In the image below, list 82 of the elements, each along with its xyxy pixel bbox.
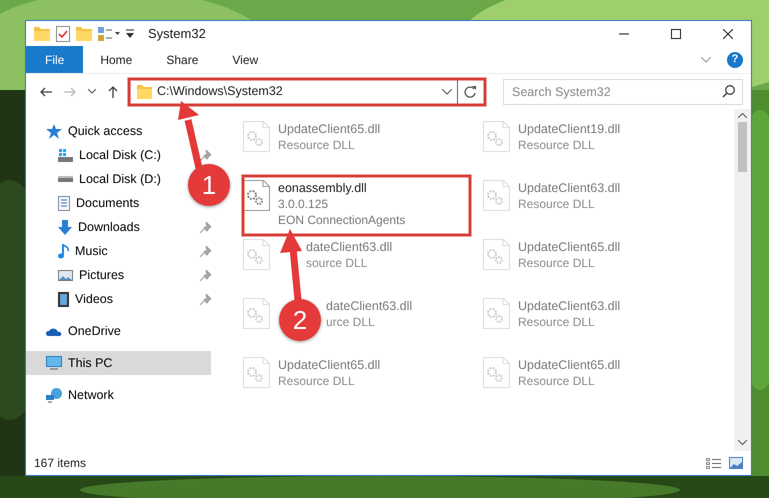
help-button[interactable]: ? bbox=[727, 52, 743, 68]
refresh-icon[interactable] bbox=[463, 85, 476, 98]
file-detail: Resource DLL bbox=[278, 373, 355, 389]
dll-file-icon bbox=[483, 121, 510, 152]
download-arrow-icon bbox=[58, 220, 72, 234]
sidebar-item[interactable]: Local Disk (C:) bbox=[26, 143, 165, 167]
monitor-icon bbox=[46, 356, 62, 370]
sidebar-item[interactable]: Pictures bbox=[26, 263, 128, 287]
minimize-icon bbox=[619, 32, 629, 34]
back-arrow-icon[interactable] bbox=[40, 86, 52, 96]
callout-arrow bbox=[280, 229, 302, 300]
picture-icon bbox=[58, 270, 73, 280]
file-detail: Resource DLL bbox=[278, 137, 355, 153]
file-name[interactable]: UpdateClient65.dll bbox=[518, 239, 620, 255]
sidebar-item[interactable]: Network bbox=[26, 383, 118, 407]
file-name[interactable]: UpdateClient63.dll bbox=[518, 180, 620, 196]
file-name[interactable]: UpdateClient65.dll bbox=[278, 357, 380, 373]
search-field[interactable]: Search System32 bbox=[503, 78, 743, 104]
file-name[interactable]: UpdateClient65.dll bbox=[278, 121, 380, 137]
chevron-down-icon[interactable] bbox=[88, 89, 96, 94]
file-name[interactable]: UpdateClient19.dll bbox=[518, 121, 620, 137]
file-detail: Resource DLL bbox=[518, 255, 595, 271]
film-icon bbox=[58, 292, 69, 306]
sidebar-item[interactable]: This PC bbox=[26, 351, 211, 375]
checklist-icon[interactable] bbox=[56, 26, 70, 42]
sidebar-item[interactable]: Quick access bbox=[26, 119, 146, 143]
scroll-down-icon bbox=[738, 440, 747, 445]
file-detail: Resource DLL bbox=[518, 314, 595, 330]
file-detail: Resource DLL bbox=[518, 137, 595, 153]
folder-icon bbox=[137, 84, 152, 98]
window-title: System32 bbox=[148, 24, 207, 43]
file-name[interactable]: eonassembly.dll bbox=[278, 180, 367, 196]
dll-file-icon bbox=[243, 298, 270, 329]
star-icon bbox=[46, 124, 62, 138]
dll-file-icon bbox=[483, 239, 510, 270]
sidebar-item[interactable]: Downloads bbox=[26, 215, 144, 239]
sidebar-item[interactable]: Videos bbox=[26, 287, 117, 311]
file-name[interactable]: UpdateClient63.dll bbox=[518, 298, 620, 314]
ribbon-tab[interactable]: Share bbox=[149, 46, 216, 73]
file-detail: Resource DLL bbox=[518, 373, 595, 389]
dll-file-icon bbox=[483, 298, 510, 329]
ribbon-tab[interactable]: File bbox=[26, 46, 84, 73]
sidebar-item[interactable]: Local Disk (D:) bbox=[26, 167, 165, 191]
dll-file-icon bbox=[243, 121, 270, 152]
close-icon bbox=[723, 28, 733, 38]
ribbon-tab[interactable]: Home bbox=[83, 46, 150, 73]
sidebar-item[interactable]: Documents bbox=[26, 191, 144, 215]
file-detail: 3.0.0.125 bbox=[278, 196, 328, 212]
file-name[interactable]: dateClient63.dll bbox=[306, 239, 392, 255]
file-name[interactable]: dateClient63.dll bbox=[326, 298, 412, 314]
maximize-icon bbox=[671, 28, 681, 38]
up-arrow-icon[interactable] bbox=[108, 86, 118, 98]
scroll-thumb[interactable] bbox=[738, 122, 747, 172]
drive-icon bbox=[58, 148, 73, 162]
large-icons-view-icon[interactable] bbox=[729, 457, 743, 469]
scrollbar[interactable] bbox=[734, 109, 751, 451]
details-view-icon[interactable] bbox=[706, 458, 721, 468]
dll-file-icon bbox=[483, 180, 510, 211]
dll-file-icon bbox=[243, 180, 270, 211]
scroll-up-icon bbox=[738, 113, 747, 118]
callout-arrow bbox=[178, 101, 202, 169]
chevron-down-icon[interactable] bbox=[442, 88, 452, 94]
file-detail: Resource DLL bbox=[518, 196, 595, 212]
dll-file-icon bbox=[243, 357, 270, 388]
file-detail: source DLL bbox=[306, 255, 368, 271]
ribbon-tab[interactable]: View bbox=[215, 46, 276, 73]
caret-icon[interactable] bbox=[126, 29, 134, 38]
file-detail: EON ConnectionAgents bbox=[278, 212, 406, 228]
properties-icon[interactable] bbox=[98, 26, 120, 40]
network-icon bbox=[46, 388, 62, 402]
search-icon bbox=[722, 84, 735, 98]
cloud-icon bbox=[46, 326, 62, 336]
sidebar-item[interactable]: OneDrive bbox=[26, 319, 125, 343]
file-detail: urce DLL bbox=[326, 314, 375, 330]
drive-icon bbox=[58, 176, 73, 182]
file-name[interactable]: UpdateClient65.dll bbox=[518, 357, 620, 373]
document-icon bbox=[58, 196, 70, 210]
item-count: 167 items bbox=[34, 455, 86, 472]
dll-file-icon bbox=[483, 357, 510, 388]
dll-file-icon bbox=[243, 239, 270, 270]
music-note-icon bbox=[58, 244, 69, 258]
sidebar-item[interactable]: Music bbox=[26, 239, 112, 263]
